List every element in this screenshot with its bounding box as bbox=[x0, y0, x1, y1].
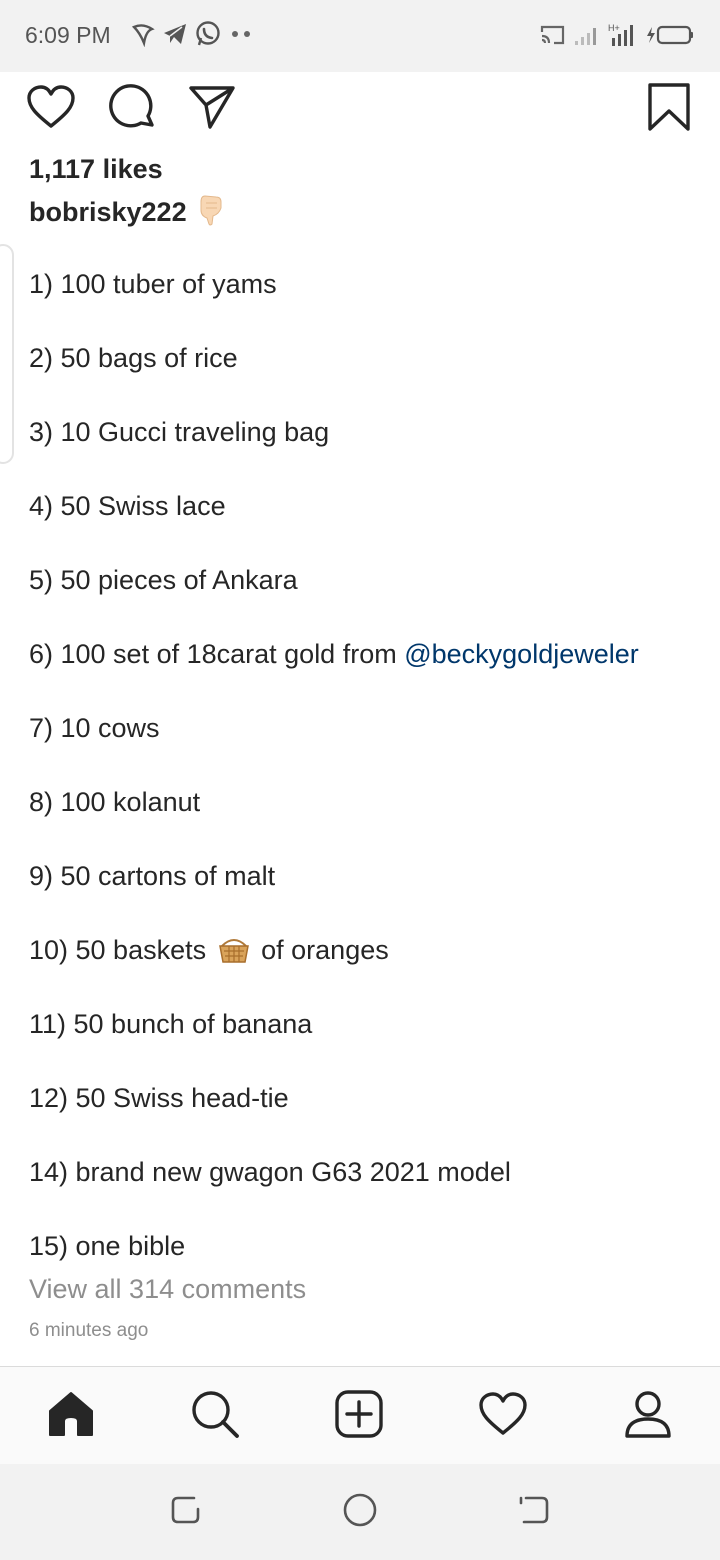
whatsapp-icon bbox=[194, 20, 222, 53]
caption-line: 12) 50 Swiss head-tie bbox=[29, 1080, 709, 1154]
back-icon bbox=[516, 1492, 552, 1533]
caption-line: 1) 100 tuber of yams bbox=[29, 266, 709, 340]
caption-text: 8) 100 kolanut bbox=[29, 787, 201, 817]
caption-list: 1) 100 tuber of yams 2) 50 bags of rice … bbox=[29, 266, 709, 1302]
basket-icon bbox=[218, 934, 250, 974]
activity-heart-icon bbox=[478, 1391, 528, 1442]
view-all-comments-link[interactable]: View all 314 comments bbox=[29, 1274, 306, 1305]
home-icon bbox=[46, 1389, 96, 1444]
like-button[interactable] bbox=[26, 84, 76, 134]
telegram-icon bbox=[162, 21, 188, 52]
home-circle-icon bbox=[342, 1492, 378, 1533]
nav-search-button[interactable] bbox=[189, 1390, 241, 1442]
share-button[interactable] bbox=[187, 84, 237, 134]
caption-text: 2) 50 bags of rice bbox=[29, 343, 238, 373]
notification-icons bbox=[130, 20, 254, 53]
cast-icon bbox=[540, 23, 566, 52]
side-edge-handle[interactable] bbox=[0, 244, 14, 464]
signal-hplus-icon: H+ bbox=[608, 22, 636, 53]
system-status-icons: H+ bbox=[540, 22, 696, 53]
caption-text: 5) 50 pieces of Ankara bbox=[29, 565, 298, 595]
caption-line: 14) brand new gwagon G63 2021 model bbox=[29, 1154, 709, 1228]
caption-text: 10) 50 baskets bbox=[29, 935, 207, 965]
search-icon bbox=[190, 1389, 240, 1444]
status-bar: 6:09 PM H+ bbox=[0, 0, 720, 72]
caption-line: 4) 50 Swiss lace bbox=[29, 488, 709, 562]
profile-icon bbox=[623, 1389, 673, 1444]
caption-line: 2) 50 bags of rice bbox=[29, 340, 709, 414]
nav-profile-button[interactable] bbox=[622, 1390, 674, 1442]
caption-text: 14) brand new gwagon G63 2021 model bbox=[29, 1157, 511, 1187]
nav-activity-button[interactable] bbox=[477, 1390, 529, 1442]
caption-text: 4) 50 Swiss lace bbox=[29, 491, 226, 521]
status-time: 6:09 PM bbox=[25, 22, 111, 48]
signal-icon bbox=[574, 23, 600, 52]
caption-header: bobrisky222 bbox=[29, 194, 225, 231]
caption-line: 9) 50 cartons of malt bbox=[29, 858, 709, 932]
save-button[interactable] bbox=[644, 82, 694, 137]
more-dots-icon bbox=[228, 21, 254, 52]
caption-line: 10) 50 baskets of oranges bbox=[29, 932, 709, 1006]
caption-text: 12) 50 Swiss head-tie bbox=[29, 1083, 289, 1113]
nav-add-post-button[interactable] bbox=[333, 1389, 385, 1444]
recent-apps-button[interactable] bbox=[166, 1492, 206, 1532]
add-post-icon bbox=[334, 1389, 384, 1444]
bookmark-icon bbox=[647, 82, 691, 137]
recent-apps-icon bbox=[168, 1492, 204, 1533]
system-back-button[interactable] bbox=[514, 1492, 554, 1532]
battery-charging-icon bbox=[644, 23, 696, 52]
comment-icon bbox=[108, 83, 156, 136]
caption-line: 5) 50 pieces of Ankara bbox=[29, 562, 709, 636]
caption-text: 7) 10 cows bbox=[29, 713, 160, 743]
mention-link[interactable]: @beckygoldjeweler bbox=[404, 639, 639, 669]
caption-text: 9) 50 cartons of malt bbox=[29, 861, 276, 891]
pointing-down-emoji bbox=[197, 194, 225, 231]
system-navigation-bar bbox=[0, 1464, 720, 1560]
likes-count[interactable]: 1,117 likes bbox=[29, 154, 163, 185]
caption-username[interactable]: bobrisky222 bbox=[29, 197, 187, 228]
heart-icon bbox=[26, 84, 76, 135]
post-timestamp: 6 minutes ago bbox=[29, 1320, 149, 1341]
caption-line: 6) 100 set of 18carat gold from @beckygo… bbox=[29, 636, 709, 710]
caption-line: 3) 10 Gucci traveling bag bbox=[29, 414, 709, 488]
app-notification-icon bbox=[130, 21, 156, 52]
caption-text: 3) 10 Gucci traveling bag bbox=[29, 417, 330, 447]
svg-text:H+: H+ bbox=[608, 23, 620, 33]
system-home-button[interactable] bbox=[340, 1492, 380, 1532]
caption-line: 11) 50 bunch of banana bbox=[29, 1006, 709, 1080]
nav-home-button[interactable] bbox=[45, 1390, 97, 1442]
comment-button[interactable] bbox=[107, 83, 157, 136]
post-action-row bbox=[0, 72, 720, 152]
caption-line: 7) 10 cows bbox=[29, 710, 709, 784]
caption-text: 1) 100 tuber of yams bbox=[29, 269, 277, 299]
caption-text: of oranges bbox=[261, 935, 389, 965]
bottom-navigation bbox=[0, 1366, 720, 1464]
caption-text: 6) 100 set of 18carat gold from bbox=[29, 639, 405, 669]
caption-text: 15) one bible bbox=[29, 1231, 186, 1261]
caption-line: 8) 100 kolanut bbox=[29, 784, 709, 858]
caption-text: 11) 50 bunch of banana bbox=[29, 1009, 313, 1039]
share-icon bbox=[188, 84, 236, 135]
